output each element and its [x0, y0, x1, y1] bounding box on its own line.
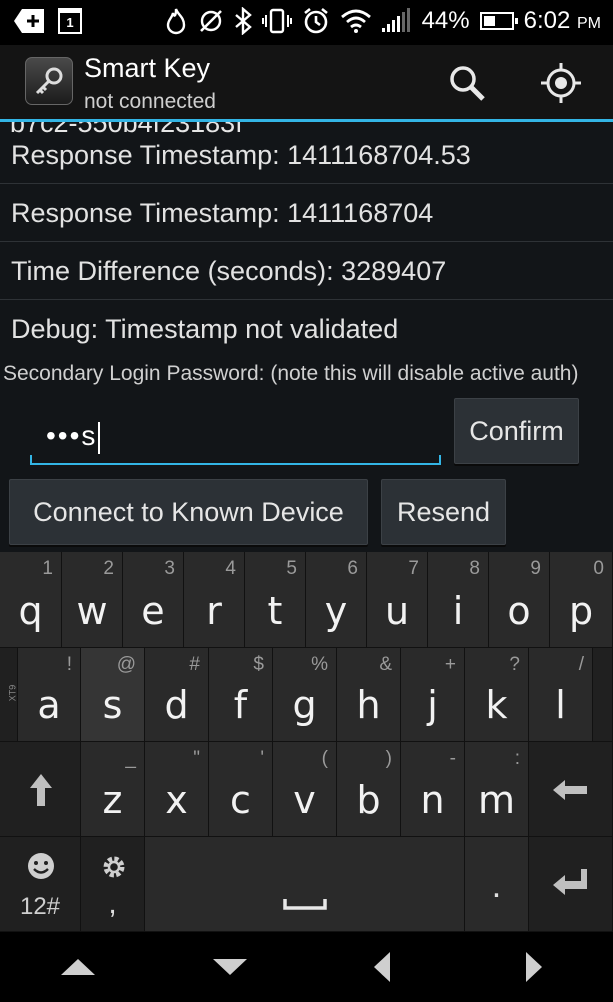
- key-y[interactable]: 6y: [306, 552, 367, 648]
- shift-key[interactable]: [0, 742, 81, 837]
- chevron-up-icon: [61, 959, 95, 975]
- symbols-key[interactable]: 12#: [0, 837, 81, 932]
- key-c[interactable]: ' c: [209, 742, 273, 837]
- clock: 6:02 PM: [523, 7, 601, 34]
- key-h[interactable]: & h: [337, 648, 401, 742]
- key-k[interactable]: ? k: [465, 648, 529, 742]
- enter-icon: [553, 869, 587, 895]
- key-m[interactable]: :m: [465, 742, 529, 837]
- locate-button[interactable]: [538, 60, 584, 106]
- add-notification-icon: [14, 6, 44, 36]
- list-item: Debug: Timestamp not validated: [11, 314, 399, 344]
- status-bar: 1 44% 6:02 PM: [0, 0, 613, 45]
- settings-comma-key[interactable]: ,: [81, 837, 145, 932]
- app-title: Smart Key: [84, 53, 211, 83]
- search-icon: [450, 66, 485, 101]
- key-q[interactable]: 1q: [0, 552, 62, 648]
- chevron-left-icon: [374, 952, 390, 982]
- battery-icon: [479, 12, 518, 30]
- password-value: •••s: [46, 420, 101, 454]
- comma-label: ,: [108, 887, 117, 920]
- confirm-button[interactable]: Confirm: [454, 398, 579, 464]
- fire-icon: [164, 6, 188, 36]
- key-j[interactable]: + j: [401, 648, 465, 742]
- key-d[interactable]: # d: [145, 648, 209, 742]
- key-z[interactable]: _ z: [81, 742, 145, 837]
- key-g[interactable]: % g: [273, 648, 337, 742]
- key-v[interactable]: (v: [273, 742, 337, 837]
- key-u[interactable]: 7u: [367, 552, 428, 648]
- key-f[interactable]: $ f: [209, 648, 273, 742]
- wifi-icon: [340, 6, 372, 36]
- key-icon[interactable]: [25, 57, 73, 105]
- cursor-left-button[interactable]: [357, 950, 407, 984]
- key-spacer: [593, 648, 613, 742]
- key-s[interactable]: @ s: [81, 648, 145, 742]
- navigation-bar: [0, 932, 613, 1002]
- key-e[interactable]: 3e: [123, 552, 184, 648]
- bluetooth-icon: [234, 6, 252, 36]
- chevron-right-icon: [526, 952, 542, 982]
- action-bar: Smart Key not connected: [0, 45, 613, 119]
- sync-off-icon: [198, 6, 224, 36]
- key-n[interactable]: -n: [401, 742, 465, 837]
- collapse-button[interactable]: [205, 950, 255, 984]
- signal-icon: [381, 6, 412, 36]
- list-item: Response Timestamp: 1411168704: [0, 184, 613, 242]
- search-button[interactable]: [444, 60, 490, 106]
- key-a[interactable]: ! a: [18, 648, 81, 742]
- space-icon: [283, 899, 327, 910]
- keyboard[interactable]: 1q 2w 3e 4r 5t 6y 7u 8i 9o 0p XT9 ! a @ s …: [0, 552, 613, 932]
- backspace-icon: [553, 780, 587, 800]
- list-item: Time Difference (seconds): 3289407: [0, 242, 613, 300]
- secondary-password-label: Secondary Login Password: (note this wil…: [3, 362, 579, 385]
- battery-percent: 44%: [421, 7, 470, 34]
- symbols-label: 12#: [19, 893, 61, 920]
- key-l[interactable]: / l: [529, 648, 593, 742]
- gear-icon: [103, 856, 125, 878]
- xt9-handle: XT9: [0, 648, 18, 742]
- secondary-password-field[interactable]: •••s: [30, 407, 441, 465]
- resend-button[interactable]: Resend: [381, 479, 506, 545]
- key-r[interactable]: 4r: [184, 552, 245, 648]
- connect-known-device-button[interactable]: Connect to Known Device: [9, 479, 368, 545]
- hide-keyboard-button[interactable]: [53, 950, 103, 984]
- key-i[interactable]: 8i: [428, 552, 489, 648]
- shift-icon: [30, 774, 52, 806]
- key-o[interactable]: 9o: [489, 552, 550, 648]
- main-content[interactable]: b7c2-550b4f23183f Response Timestamp: 14…: [0, 122, 613, 552]
- list-item: Response Timestamp: 1411168704.53: [0, 126, 613, 184]
- key-w[interactable]: 2w: [62, 552, 123, 648]
- alarm-icon: [302, 6, 330, 36]
- key-x[interactable]: " x: [145, 742, 209, 837]
- calendar-icon: 1: [58, 8, 82, 34]
- enter-key[interactable]: [529, 837, 613, 932]
- key-p[interactable]: 0p: [550, 552, 613, 648]
- smiley-icon: [28, 853, 54, 879]
- vibrate-icon: [261, 6, 292, 36]
- space-key[interactable]: [145, 837, 465, 932]
- backspace-key[interactable]: [529, 742, 613, 837]
- chevron-down-icon: [213, 959, 247, 975]
- cursor-right-button[interactable]: [509, 950, 559, 984]
- key-b[interactable]: ) b: [337, 742, 401, 837]
- key-t[interactable]: 5t: [245, 552, 306, 648]
- period-key[interactable]: .: [465, 837, 529, 932]
- locate-icon: [541, 63, 581, 103]
- connection-status: not connected: [84, 90, 216, 113]
